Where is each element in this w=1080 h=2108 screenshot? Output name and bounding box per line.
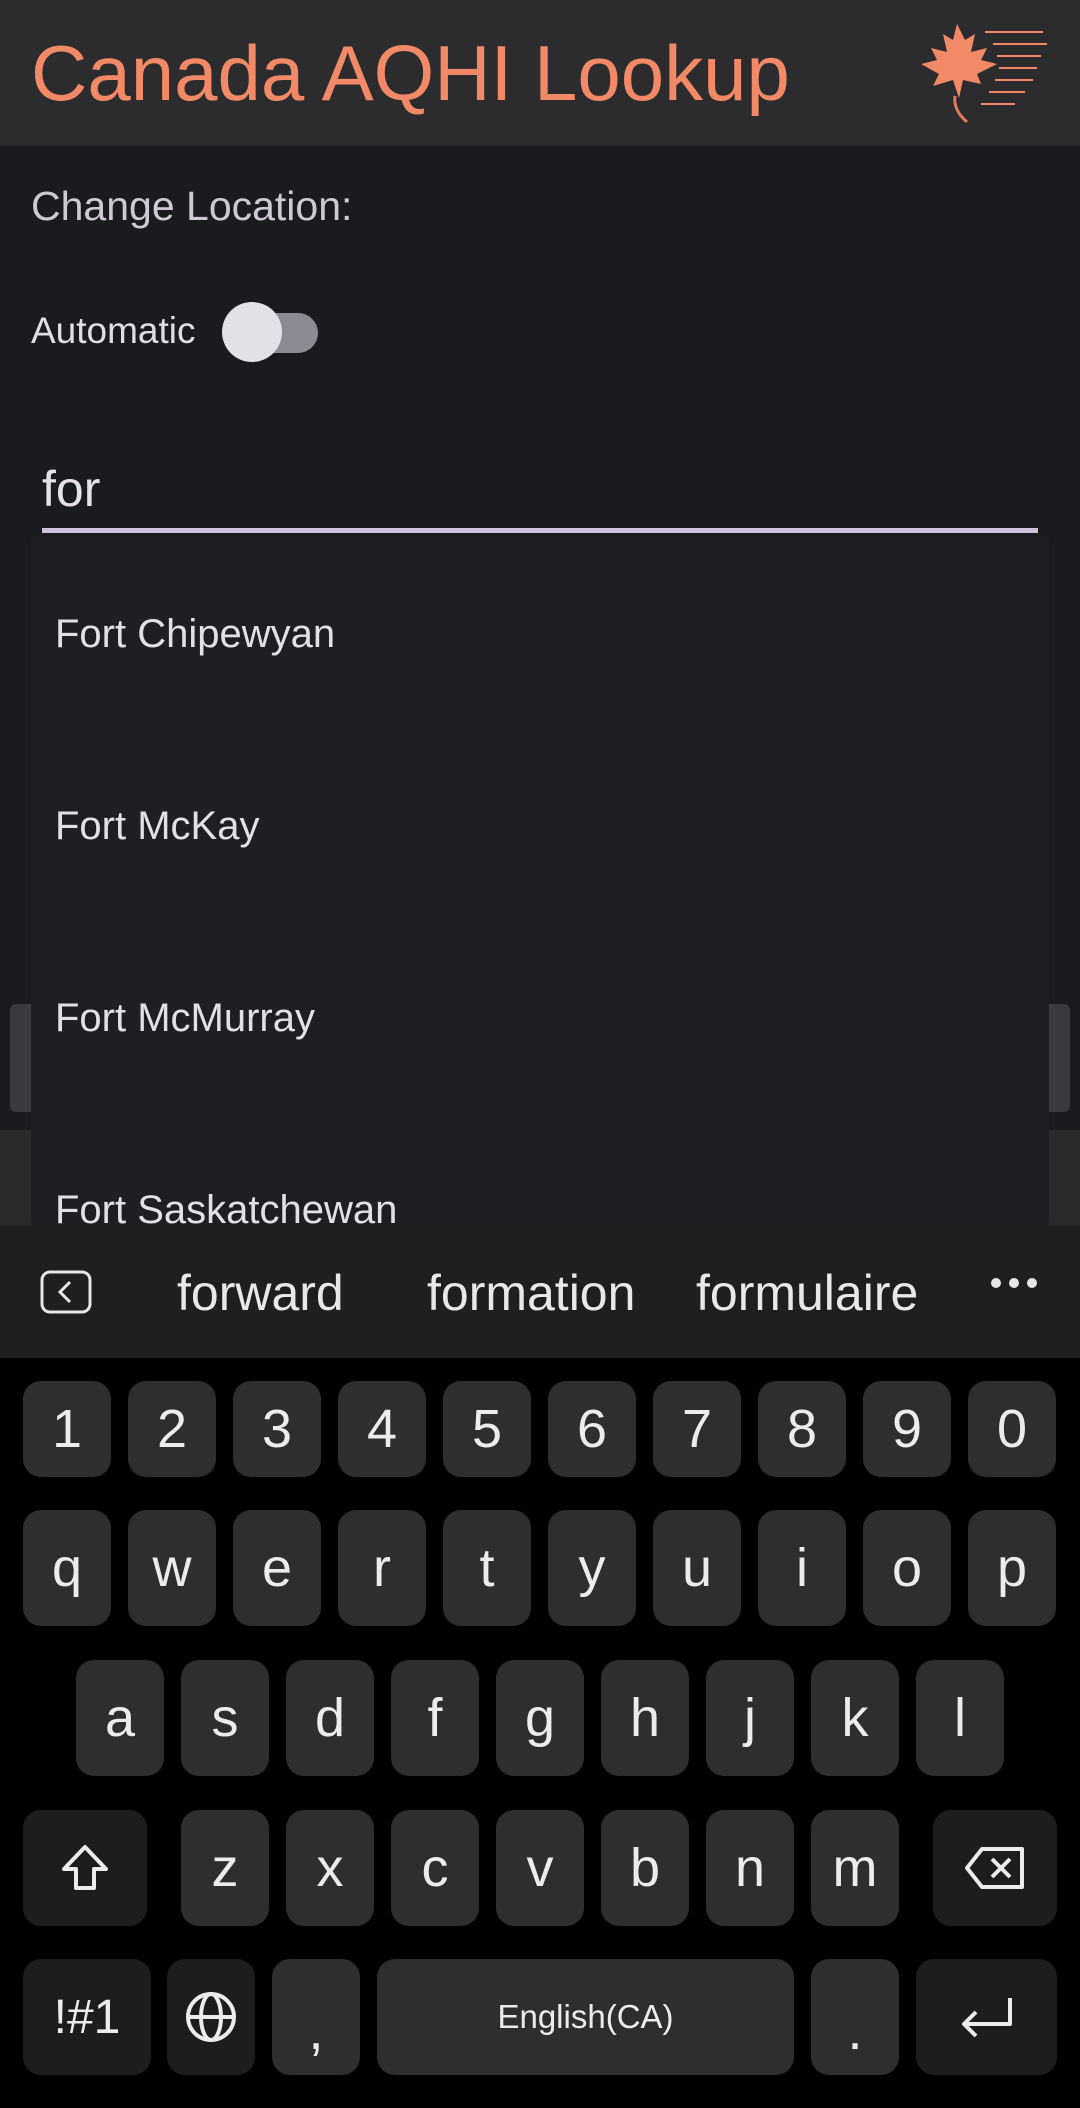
shift-icon [62, 1845, 108, 1890]
key-5[interactable]: 5 [443, 1381, 531, 1477]
dropdown-item[interactable]: Fort McMurray [55, 996, 315, 1041]
key-n[interactable]: n [706, 1810, 794, 1926]
key-m[interactable]: m [811, 1810, 899, 1926]
key-l[interactable]: l [916, 1660, 1004, 1776]
key-x[interactable]: x [286, 1810, 374, 1926]
backspace-key[interactable] [933, 1810, 1057, 1926]
dropdown-item[interactable]: Fort Saskatchewan [55, 1188, 397, 1226]
app-title: Canada AQHI Lookup [31, 29, 790, 117]
key-9[interactable]: 9 [863, 1381, 951, 1477]
key-0[interactable]: 0 [968, 1381, 1056, 1477]
soft-keyboard: 1 2 3 4 5 6 7 8 9 0 q w e r t y u i o p … [0, 1358, 1080, 2108]
key-p[interactable]: p [968, 1510, 1056, 1626]
search-underline [42, 528, 1038, 533]
keyboard-collapse-icon[interactable] [40, 1270, 92, 1314]
key-i[interactable]: i [758, 1510, 846, 1626]
period-key-label: . [847, 2001, 863, 2061]
background-card-edge [10, 1004, 32, 1112]
symbols-key[interactable]: !#1 [23, 1959, 151, 2075]
key-o[interactable]: o [863, 1510, 951, 1626]
key-2[interactable]: 2 [128, 1381, 216, 1477]
language-key[interactable] [167, 1959, 255, 2075]
backspace-icon [965, 1847, 1024, 1889]
key-k[interactable]: k [811, 1660, 899, 1776]
key-3[interactable]: 3 [233, 1381, 321, 1477]
period-key[interactable]: . [811, 1959, 899, 2075]
toggle-thumb [222, 302, 282, 362]
suggestion-word[interactable]: formation [427, 1264, 635, 1322]
key-h[interactable]: h [601, 1660, 689, 1776]
enter-icon [961, 1998, 1012, 2038]
key-1[interactable]: 1 [23, 1381, 111, 1477]
comma-key-label: , [308, 2001, 324, 2061]
dropdown-item[interactable]: Fort McKay [55, 804, 259, 849]
location-search-input[interactable] [42, 450, 1038, 528]
key-q[interactable]: q [23, 1510, 111, 1626]
change-location-label: Change Location: [31, 183, 353, 229]
globe-icon [186, 1992, 236, 2042]
key-8[interactable]: 8 [758, 1381, 846, 1477]
key-d[interactable]: d [286, 1660, 374, 1776]
key-j[interactable]: j [706, 1660, 794, 1776]
location-suggestions-dropdown: Fort Chipewyan Fort McKay Fort McMurray … [31, 536, 1049, 1226]
suggestion-word[interactable]: forward [177, 1264, 344, 1322]
key-y[interactable]: y [548, 1510, 636, 1626]
space-key-label: English(CA) [497, 1998, 674, 2035]
automatic-label: Automatic [31, 310, 196, 351]
space-key[interactable]: English(CA) [377, 1959, 794, 2075]
key-7[interactable]: 7 [653, 1381, 741, 1477]
key-v[interactable]: v [496, 1810, 584, 1926]
comma-key[interactable]: , [272, 1959, 360, 2075]
key-g[interactable]: g [496, 1660, 584, 1776]
key-4[interactable]: 4 [338, 1381, 426, 1477]
background-card-edge [1048, 1004, 1070, 1112]
more-horizontal-icon[interactable] [990, 1276, 1038, 1290]
shift-key[interactable] [23, 1810, 147, 1926]
dropdown-item[interactable]: Fort Chipewyan [55, 612, 335, 657]
key-f[interactable]: f [391, 1660, 479, 1776]
key-s[interactable]: s [181, 1660, 269, 1776]
key-c[interactable]: c [391, 1810, 479, 1926]
key-u[interactable]: u [653, 1510, 741, 1626]
key-6[interactable]: 6 [548, 1381, 636, 1477]
key-a[interactable]: a [76, 1660, 164, 1776]
enter-key[interactable] [916, 1959, 1057, 2075]
key-w[interactable]: w [128, 1510, 216, 1626]
location-search-field[interactable] [42, 450, 1038, 534]
key-e[interactable]: e [233, 1510, 321, 1626]
key-r[interactable]: r [338, 1510, 426, 1626]
keyboard-suggestion-bar: forward formation formulaire [0, 1226, 1080, 1358]
symbols-key-label: !#1 [53, 1990, 121, 2044]
maple-leaf-logo-icon [921, 24, 1047, 124]
key-t[interactable]: t [443, 1510, 531, 1626]
suggestion-word[interactable]: formulaire [696, 1264, 918, 1322]
key-z[interactable]: z [181, 1810, 269, 1926]
app-bar: Canada AQHI Lookup [0, 0, 1080, 146]
automatic-toggle[interactable] [222, 302, 318, 362]
key-b[interactable]: b [601, 1810, 689, 1926]
